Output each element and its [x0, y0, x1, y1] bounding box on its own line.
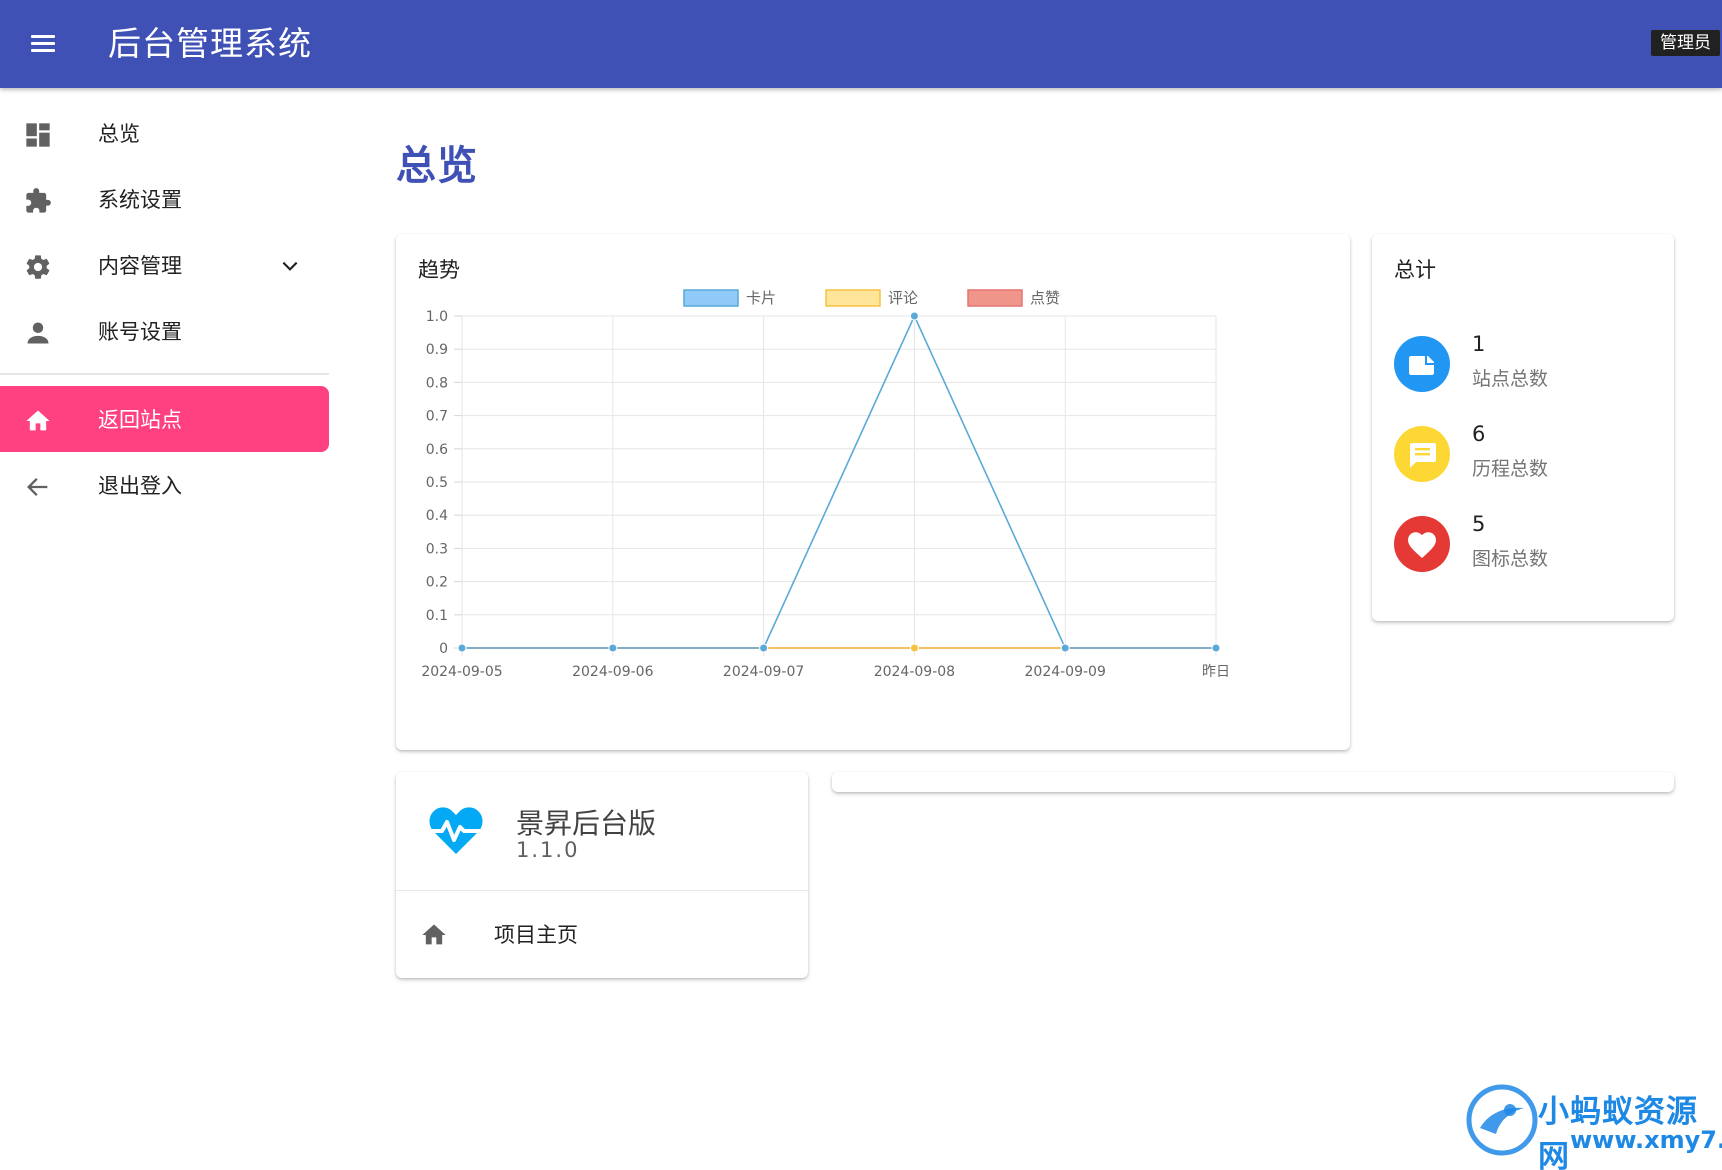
x-tick-label: 2024-09-08	[874, 664, 955, 680]
sidebar-item-label: 退出登入	[98, 474, 182, 498]
comment-icon	[1394, 426, 1450, 482]
project-home-label: 项目主页	[494, 923, 578, 947]
legend-swatch	[825, 289, 881, 307]
home-icon	[422, 924, 446, 945]
legend-label: 评论	[888, 289, 918, 307]
sidebar-item-label: 内容管理	[98, 254, 182, 278]
x-tick-label: 2024-09-09	[1025, 664, 1106, 680]
person-icon	[27, 322, 49, 344]
stat-value: 1	[1472, 332, 1486, 356]
bookmark-icon	[1394, 336, 1450, 392]
stat-value: 6	[1472, 422, 1486, 446]
about-version: 1.1.0	[516, 838, 580, 862]
project-home-link[interactable]: 项目主页	[396, 891, 808, 978]
legend-label: 卡片	[746, 289, 776, 307]
x-tick-label: 昨日	[1202, 664, 1230, 680]
puzzle-icon	[26, 188, 51, 213]
y-tick-label: 0.3	[426, 541, 448, 557]
y-tick-label: 1.0	[426, 309, 448, 325]
app-title: 后台管理系统	[108, 24, 312, 63]
data-point	[1060, 643, 1070, 653]
y-tick-label: 0.1	[426, 608, 448, 624]
totals-card: 总计 1 站点总数 6 历程总数 5 图标总数	[1372, 234, 1674, 621]
home-icon	[26, 410, 50, 431]
stat-label: 站点总数	[1472, 368, 1549, 390]
gear-icon	[26, 255, 50, 279]
menu-icon[interactable]	[22, 24, 64, 64]
y-tick-label: 0.2	[426, 575, 448, 591]
watermark-logo-icon	[1466, 1084, 1538, 1156]
sidebar-item-content-management[interactable]: 内容管理	[0, 232, 329, 298]
legend-swatch	[683, 289, 739, 307]
y-tick-label: 0.8	[426, 375, 448, 391]
sidebar: 总览 系统设置 内容管理 账号设置 返回站点 退出登入	[0, 88, 330, 1170]
x-tick-label: 2024-09-06	[572, 664, 653, 680]
sidebar-item-label: 系统设置	[98, 188, 182, 212]
sidebar-item-account-settings[interactable]: 账号设置	[0, 298, 329, 364]
empty-card	[832, 772, 1674, 792]
sidebar-item-back-to-site[interactable]: 返回站点	[0, 386, 329, 452]
stat-label: 历程总数	[1472, 458, 1549, 480]
sidebar-item-logout[interactable]: 退出登入	[0, 452, 329, 518]
y-tick-label: 0.6	[426, 442, 448, 458]
arrow-left-icon	[27, 478, 48, 496]
sidebar-item-label: 总览	[98, 122, 140, 146]
data-point	[1211, 643, 1221, 653]
sidebar-item-label: 返回站点	[98, 408, 182, 432]
data-point	[457, 643, 467, 653]
stat-label: 图标总数	[1472, 548, 1549, 570]
y-tick-label: 0.4	[426, 508, 448, 524]
stat-icon-count: 5 图标总数	[1394, 510, 1664, 590]
data-point	[909, 311, 919, 321]
sidebar-item-overview[interactable]: 总览	[0, 100, 329, 166]
chevron-down-icon[interactable]	[280, 256, 300, 276]
stat-history-count: 6 历程总数	[1394, 420, 1664, 500]
user-badge[interactable]: 管理员	[1651, 30, 1720, 56]
legend-swatch	[967, 289, 1023, 307]
legend-label: 点赞	[1030, 289, 1060, 307]
page-title: 总览	[396, 143, 478, 189]
y-tick-label: 0.5	[426, 475, 448, 491]
trend-line-chart: 0 0.1 0.2 0.3 0.4 0.5 0.6 0.7 0.8 0.9 1.0 2024-09-0…	[421, 289, 1230, 680]
trend-card: 趋势 0 0.1 0.2 0.3 0.4 0.5 0.6 0.7 0.8 0.9 1.0 2024-0…	[396, 234, 1350, 750]
y-tick-label: 0	[439, 641, 448, 657]
app-bar: 后台管理系统 管理员	[0, 0, 1722, 88]
sidebar-divider	[0, 373, 329, 375]
y-tick-label: 0.9	[426, 342, 448, 358]
watermark-url: www.xmy7.com	[1570, 1126, 1722, 1154]
stat-site-count: 1 站点总数	[1394, 330, 1664, 410]
sidebar-item-system-settings[interactable]: 系统设置	[0, 166, 329, 232]
sidebar-item-label: 账号设置	[98, 320, 182, 344]
totals-card-title: 总计	[1394, 258, 1436, 282]
stat-value: 5	[1472, 512, 1486, 536]
data-point	[759, 643, 769, 653]
y-tick-label: 0.7	[426, 409, 448, 425]
about-app-name: 景昇后台版	[516, 807, 657, 840]
about-card: 景昇后台版 1.1.0 项目主页	[396, 772, 808, 978]
x-tick-label: 2024-09-05	[421, 664, 502, 680]
x-tick-label: 2024-09-07	[723, 664, 804, 680]
data-point	[608, 643, 618, 653]
heartbeat-icon	[428, 807, 484, 854]
data-point	[909, 643, 919, 653]
watermark: 小蚂蚁资源网 www.xmy7.com	[1466, 1080, 1722, 1170]
heart-icon	[1394, 516, 1450, 572]
dashboard-icon	[26, 123, 50, 147]
